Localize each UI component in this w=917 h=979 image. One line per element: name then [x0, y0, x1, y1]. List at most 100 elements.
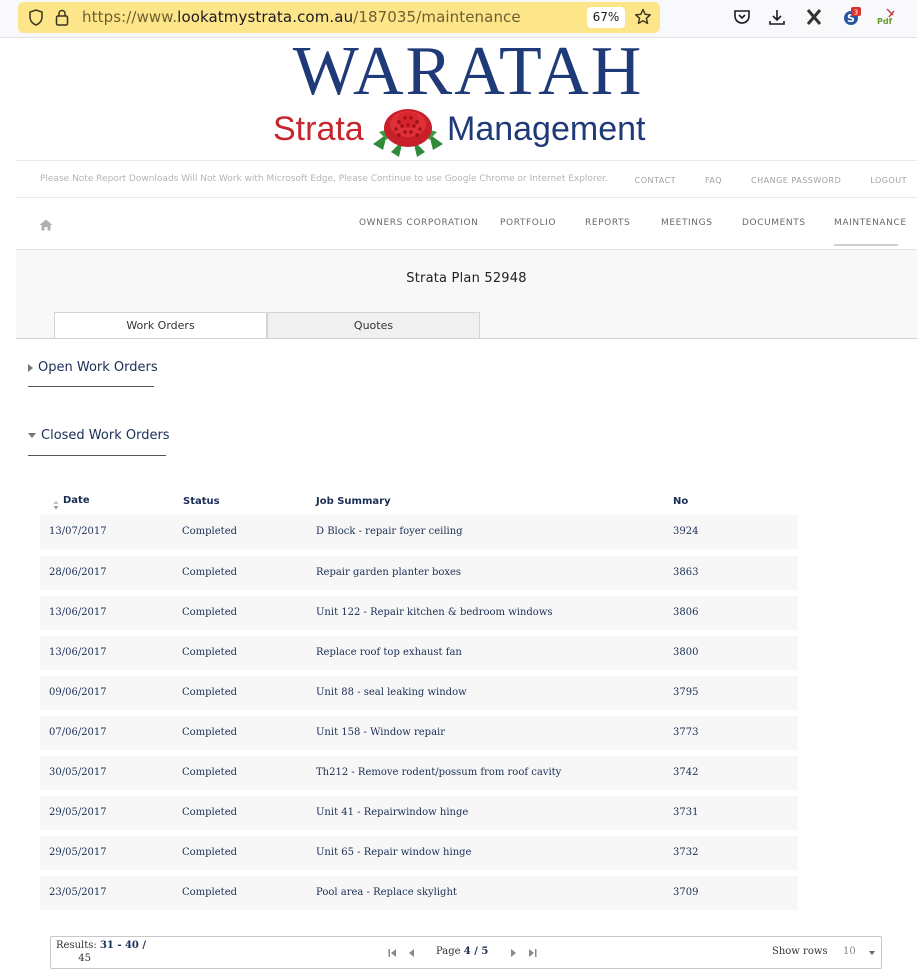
table-row[interactable]: 23/05/2017 Completed Pool area - Replace… — [40, 876, 798, 910]
cell-job-summary: D Block - repair foyer ceiling — [316, 526, 463, 537]
pocket-icon[interactable] — [732, 7, 752, 27]
last-page-icon[interactable] — [528, 948, 537, 958]
cell-date: 29/05/2017 — [49, 807, 107, 818]
extension-badge: 3 — [854, 9, 858, 17]
zoom-badge[interactable]: 67% — [587, 7, 625, 28]
nav-meetings[interactable]: MEETINGS — [661, 218, 713, 228]
change-password-link[interactable]: CHANGE PASSWORD — [751, 176, 841, 185]
cell-job-summary: Unit 41 - Repairwindow hinge — [316, 807, 469, 818]
header-date[interactable]: Date — [63, 495, 90, 506]
table-row[interactable]: 29/05/2017 Completed Unit 41 - Repairwin… — [40, 796, 798, 830]
nav-owners-corporation[interactable]: OWNERS CORPORATION — [359, 218, 478, 228]
cell-status: Completed — [182, 807, 238, 818]
url-text[interactable]: https://www.lookatmystrata.com.au/187035… — [82, 8, 521, 26]
header-status[interactable]: Status — [183, 496, 220, 507]
first-page-icon[interactable] — [388, 948, 397, 958]
cell-no: 3800 — [673, 647, 699, 658]
open-work-orders-heading: Open Work Orders — [38, 360, 158, 375]
table-row[interactable]: 13/07/2017 Completed D Block - repair fo… — [40, 515, 798, 549]
cell-date: 29/05/2017 — [49, 847, 107, 858]
table-row[interactable]: 13/06/2017 Completed Unit 122 - Repair k… — [40, 596, 798, 630]
closed-work-orders-toggle[interactable]: Closed Work Orders — [28, 428, 170, 443]
cell-job-summary: Unit 88 - seal leaking window — [316, 687, 467, 698]
show-rows-label: Show rows — [772, 946, 828, 957]
maintenance-content: Strata Plan 52948 Work Orders Quotes Ope… — [16, 250, 917, 979]
prev-page-icon[interactable] — [407, 948, 416, 958]
waratah-logo[interactable]: WARATAH Strata Management — [273, 33, 663, 160]
cell-date: 09/06/2017 — [49, 687, 107, 698]
home-icon[interactable] — [39, 219, 53, 231]
x-extension-icon[interactable] — [804, 7, 824, 27]
results-range: 31 - 40 — [99, 940, 139, 951]
results-total: 45 — [78, 953, 91, 964]
table-row[interactable]: 13/06/2017 Completed Replace roof top ex… — [40, 636, 798, 670]
url-path: /187035/maintenance — [353, 8, 521, 26]
cell-job-summary: Th212 - Remove rodent/possum from roof c… — [316, 767, 562, 778]
pdf-extension-icon[interactable]: Pdf — [876, 7, 896, 27]
address-bar[interactable]: https://www.lookatmystrata.com.au/187035… — [18, 2, 660, 33]
rows-per-page-select[interactable]: 10 — [843, 946, 856, 957]
tab-quotes[interactable]: Quotes — [267, 312, 480, 339]
header-job-summary[interactable]: Job Summary — [316, 496, 391, 507]
shield-icon[interactable] — [28, 9, 44, 26]
sort-icon[interactable] — [53, 500, 59, 510]
next-page-icon[interactable] — [509, 948, 518, 958]
cell-status: Completed — [182, 607, 238, 618]
nav-documents[interactable]: DOCUMENTS — [742, 218, 806, 228]
cell-status: Completed — [182, 727, 238, 738]
download-icon[interactable] — [767, 7, 787, 27]
cell-no: 3742 — [673, 767, 699, 778]
cell-no: 3731 — [673, 807, 699, 818]
cell-status: Completed — [182, 687, 238, 698]
table-row[interactable]: 29/05/2017 Completed Unit 65 - Repair wi… — [40, 836, 798, 870]
cell-no: 3924 — [673, 526, 699, 537]
page-indicator: Page 4 / 5 — [436, 946, 488, 957]
header-no[interactable]: No — [673, 496, 688, 507]
nav-portfolio[interactable]: PORTFOLIO — [500, 218, 556, 228]
pagination-bar: Results: 31 - 40 / 45 Page 4 / 5 Show ro… — [50, 936, 882, 969]
logo-strata: Strata — [273, 110, 364, 148]
cell-job-summary: Unit 158 - Window repair — [316, 727, 446, 738]
cell-no: 3773 — [673, 727, 699, 738]
main-nav: OWNERS CORPORATION PORTFOLIO REPORTS MEE… — [16, 198, 917, 250]
cell-status: Completed — [182, 647, 238, 658]
cell-date: 13/06/2017 — [49, 607, 107, 618]
tab-work-orders[interactable]: Work Orders — [54, 312, 267, 339]
logo-title: WARATAH — [292, 33, 644, 110]
site-page: WARATAH Strata Management Please Note Re… — [16, 33, 917, 979]
nav-reports[interactable]: REPORTS — [585, 218, 630, 228]
cell-date: 07/06/2017 — [49, 727, 107, 738]
s-extension-icon[interactable]: S 3 — [841, 7, 861, 27]
cell-status: Completed — [182, 887, 238, 898]
table-row[interactable]: 30/05/2017 Completed Th212 - Remove rode… — [40, 756, 798, 790]
cell-date: 30/05/2017 — [49, 767, 107, 778]
open-work-orders-toggle[interactable]: Open Work Orders — [28, 360, 158, 375]
logout-link[interactable]: LOGOUT — [870, 176, 907, 185]
table-row[interactable]: 09/06/2017 Completed Unit 88 - seal leak… — [40, 676, 798, 710]
page-label: Page — [436, 946, 461, 957]
url-prefix: https://www. — [82, 8, 178, 26]
faq-link[interactable]: FAQ — [705, 176, 722, 185]
section-divider — [28, 455, 166, 456]
table-row[interactable]: 07/06/2017 Completed Unit 158 - Window r… — [40, 716, 798, 750]
table-row[interactable]: 28/06/2017 Completed Repair garden plant… — [40, 556, 798, 590]
contact-link[interactable]: CONTACT — [635, 176, 676, 185]
results-summary: Results: 31 - 40 / 45 — [56, 939, 146, 965]
lock-icon[interactable] — [55, 9, 69, 26]
expand-arrow-icon — [28, 363, 33, 372]
nav-maintenance[interactable]: MAINTENANCE — [834, 218, 907, 228]
bookmark-star-icon[interactable] — [634, 8, 652, 26]
cell-no: 3732 — [673, 847, 699, 858]
cell-job-summary: Unit 65 - Repair window hinge — [316, 847, 472, 858]
collapse-arrow-icon — [28, 433, 36, 438]
results-label: Results: — [56, 940, 97, 951]
cell-date: 28/06/2017 — [49, 567, 107, 578]
logo-management: Management — [447, 110, 646, 148]
notice-bar: Please Note Report Downloads Will Not Wo… — [16, 160, 917, 198]
chevron-down-icon[interactable] — [869, 951, 875, 955]
top-links: CONTACT FAQ CHANGE PASSWORD LOGOUT — [606, 176, 907, 185]
results-separator: / — [138, 940, 147, 951]
cell-date: 23/05/2017 — [49, 887, 107, 898]
cell-no: 3795 — [673, 687, 699, 698]
cell-status: Completed — [182, 847, 238, 858]
